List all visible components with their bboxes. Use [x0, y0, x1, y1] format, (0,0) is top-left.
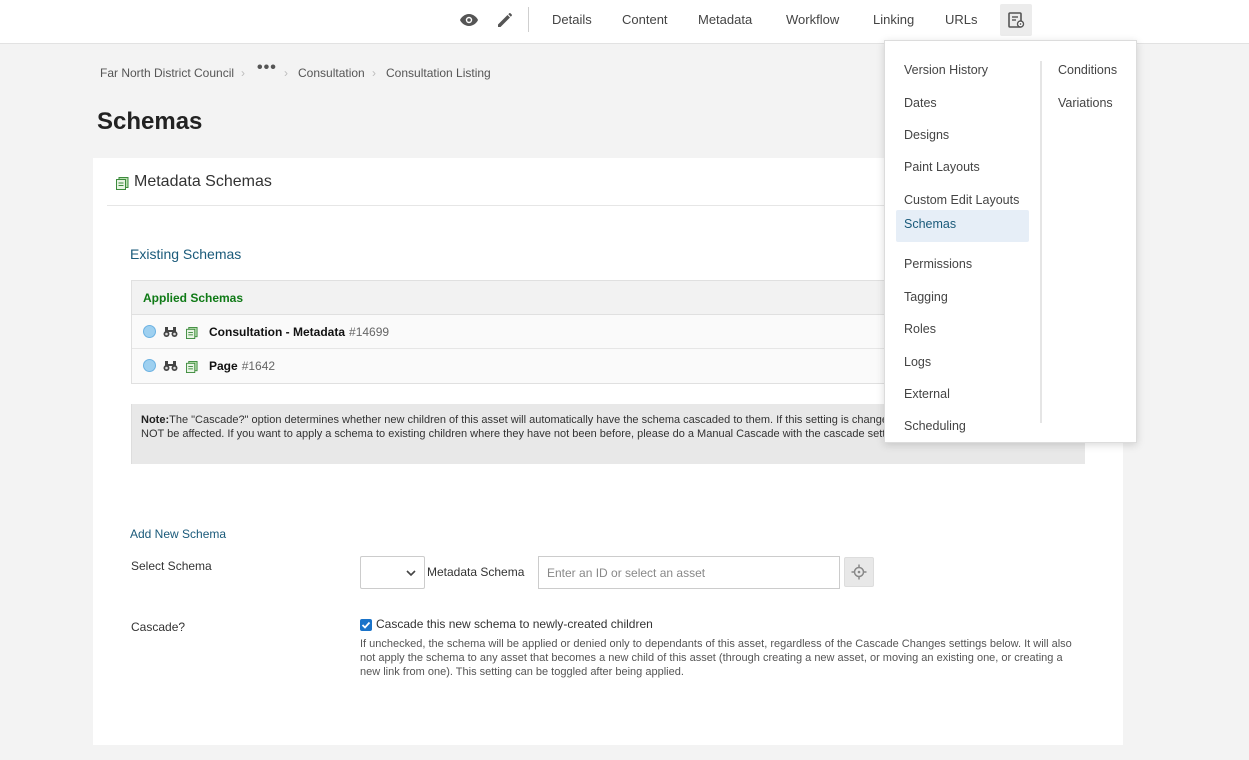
schema-name[interactable]: Page #1642 [209, 359, 275, 373]
menu-item-logs[interactable]: Logs [896, 347, 1029, 378]
menu-item-designs[interactable]: Designs [896, 120, 1029, 151]
menu-item-version-history[interactable]: Version History [896, 55, 1029, 86]
applied-schemas-header: Applied Schemas [143, 291, 244, 305]
status-dot-icon[interactable] [143, 359, 156, 372]
menu-divider [1040, 61, 1042, 423]
menu-item-conditions[interactable]: Conditions [1050, 55, 1130, 86]
cascade-label: Cascade? [131, 620, 186, 634]
breadcrumb-separator: › [241, 66, 245, 80]
menu-item-external[interactable]: External [896, 379, 1029, 410]
schema-id: #14699 [349, 325, 390, 339]
metadata-schema-label: Metadata Schema [427, 565, 525, 579]
page-title: Schemas [97, 108, 203, 135]
tab-details[interactable]: Details [552, 12, 592, 27]
binoculars-icon[interactable] [163, 325, 178, 343]
section-title: Metadata Schemas [134, 173, 272, 190]
menu-item-scheduling[interactable]: Scheduling [896, 411, 1029, 442]
metadata-schema-icon [186, 326, 198, 344]
settings-dropdown-menu: Version History Dates Designs Paint Layo… [884, 40, 1137, 443]
eye-icon[interactable] [457, 8, 481, 32]
schema-id: #1642 [241, 359, 276, 373]
grant-type-select[interactable] [360, 556, 425, 589]
menu-item-variations[interactable]: Variations [1050, 88, 1130, 119]
binoculars-icon[interactable] [163, 359, 178, 377]
toolbar-divider [528, 7, 529, 32]
cascade-help-text: If unchecked, the schema will be applied… [360, 638, 1072, 678]
crosshair-icon [851, 564, 867, 580]
schema-name-text: Consultation - Metadata [209, 325, 346, 339]
settings-panel-icon [1008, 12, 1025, 28]
menu-item-paint-layouts[interactable]: Paint Layouts [896, 152, 1029, 183]
asset-picker-button[interactable] [844, 557, 874, 587]
asset-id-input[interactable] [538, 556, 840, 589]
schema-name-text: Page [209, 359, 238, 373]
add-new-schema-heading[interactable]: Add New Schema [130, 527, 226, 541]
settings-panel-button[interactable] [1000, 4, 1032, 36]
metadata-schema-icon [116, 177, 129, 195]
tab-content[interactable]: Content [622, 12, 668, 27]
tab-urls[interactable]: URLs [945, 12, 978, 27]
note-label: Note: [141, 414, 170, 426]
cascade-checkbox-label[interactable]: Cascade this new schema to newly-created… [376, 617, 653, 631]
tab-linking[interactable]: Linking [873, 12, 914, 27]
pencil-icon[interactable] [493, 8, 517, 32]
breadcrumb-item-consultation[interactable]: Consultation [298, 66, 365, 80]
menu-item-permissions[interactable]: Permissions [896, 249, 1029, 280]
menu-item-tagging[interactable]: Tagging [896, 282, 1029, 313]
menu-item-roles[interactable]: Roles [896, 314, 1029, 345]
menu-item-dates[interactable]: Dates [896, 88, 1029, 119]
menu-item-schemas[interactable]: Schemas [896, 210, 1029, 242]
existing-schemas-heading: Existing Schemas [130, 246, 242, 262]
cascade-checkbox[interactable] [360, 619, 372, 631]
breadcrumb-separator: › [372, 66, 376, 80]
metadata-schema-icon [186, 360, 198, 378]
schema-name[interactable]: Consultation - Metadata #14699 [209, 325, 389, 339]
select-schema-label: Select Schema [131, 559, 212, 573]
breadcrumb-item-consultation-listing[interactable]: Consultation Listing [386, 66, 491, 80]
breadcrumb-separator: › [284, 66, 288, 80]
breadcrumb-ellipsis[interactable]: ••• [257, 59, 277, 77]
tab-metadata[interactable]: Metadata [698, 12, 752, 27]
chevron-down-icon [406, 570, 416, 577]
tab-workflow[interactable]: Workflow [786, 12, 839, 27]
breadcrumb-item-council[interactable]: Far North District Council [100, 66, 234, 80]
top-toolbar: Details Content Metadata Workflow Linkin… [0, 0, 1249, 44]
checkmark-icon [361, 621, 371, 629]
status-dot-icon[interactable] [143, 325, 156, 338]
